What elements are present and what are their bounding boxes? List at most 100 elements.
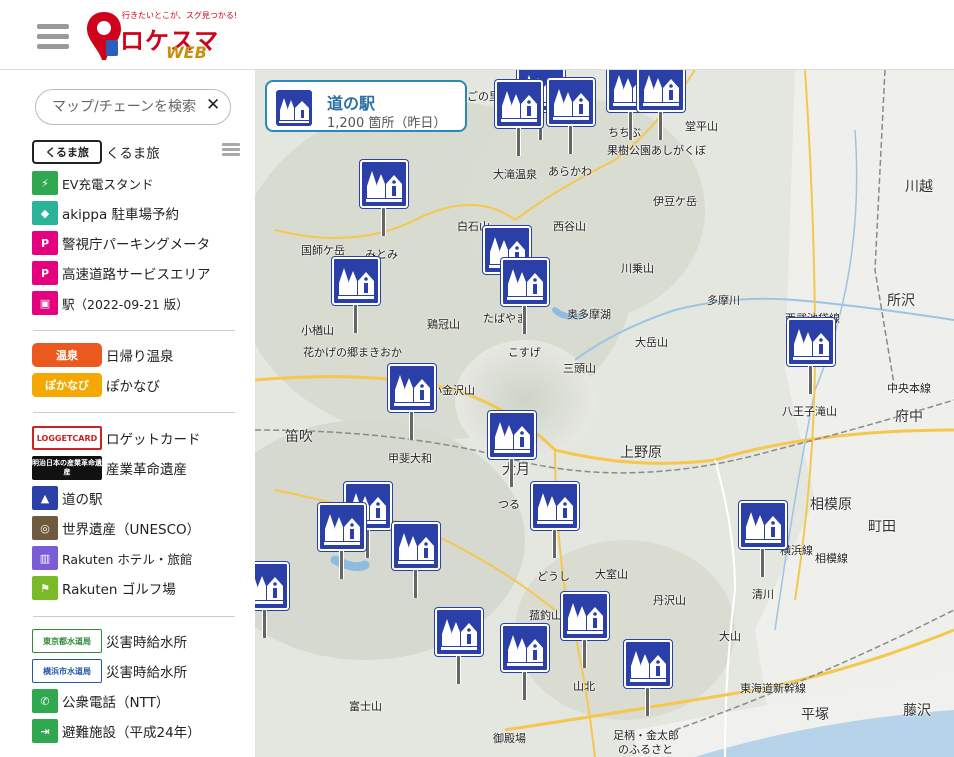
place-label: 多摩川	[707, 294, 740, 307]
place-label: 東海道新幹線	[740, 682, 806, 695]
onsen-logo: 温泉	[32, 343, 102, 367]
clear-search-icon[interactable]: ✕	[206, 95, 220, 115]
layer-item-service-area[interactable]: P 高速道路サービスエリア	[32, 261, 211, 285]
place-label: 伊豆ケ岳	[653, 195, 697, 208]
michinoeki-marker[interactable]	[495, 80, 543, 156]
michinoeki-pin-icon	[739, 501, 787, 549]
place-label: 三頭山	[563, 362, 596, 375]
layer-label: 駅（2022-09-21 版）	[62, 296, 189, 312]
layer-label: 産業革命遺産	[106, 462, 187, 478]
place-label: 山北	[573, 680, 595, 693]
layer-label: Rakuten ホテル・旅館	[62, 551, 193, 567]
layer-label: 道の駅	[62, 492, 103, 508]
michinoeki-marker[interactable]	[501, 258, 549, 334]
place-label: 花かげの郷まきおか	[303, 346, 402, 359]
place-label: どうし	[537, 570, 570, 583]
michinoeki-pin-icon	[501, 258, 549, 306]
layer-item-michinoeki[interactable]: ▲ 道の駅	[32, 486, 103, 510]
place-label: つる	[498, 498, 520, 511]
michinoeki-marker[interactable]	[547, 78, 595, 154]
michinoeki-glyph	[279, 98, 309, 123]
michinoeki-marker[interactable]	[637, 70, 685, 140]
layer-item-station[interactable]: ▣ 駅（2022-09-21 版）	[32, 291, 189, 315]
place-label: 町田	[868, 519, 896, 535]
layer-item-akippa[interactable]: ◆ akippa 駐車場予約	[32, 201, 179, 225]
layer-item-rakuten-golf[interactable]: ⚑ Rakuten ゴルフ場	[32, 576, 176, 600]
layer-item-evacuation[interactable]: ⇥ 避難施設（平成24年）	[32, 719, 201, 743]
layer-label: akippa 駐車場予約	[62, 207, 180, 223]
michinoeki-pin-icon	[531, 482, 579, 530]
place-label: 上野原	[620, 445, 662, 461]
info-box-title: 道の駅	[327, 94, 376, 113]
meiji-logo-text: 明治日本の産業革命遺産	[32, 459, 102, 476]
michinoeki-marker[interactable]	[739, 501, 787, 577]
layer-item-ev[interactable]: ⚡ EV充電スタンド	[32, 171, 153, 195]
michinoeki-marker[interactable]	[392, 522, 440, 598]
logo-pin-icon	[87, 12, 121, 60]
menu-icon[interactable]	[37, 24, 69, 50]
michinoeki-marker[interactable]	[332, 257, 380, 333]
place-label: 果樹公園あしがくぼ	[607, 144, 706, 157]
michinoeki-marker[interactable]	[501, 624, 549, 700]
place-label: 小楢山	[301, 324, 334, 337]
layer-item-public-phone[interactable]: ✆ 公衆電話（NTT）	[32, 689, 169, 713]
layer-item-parking-meter[interactable]: P 警視庁パーキングメータ	[32, 231, 210, 255]
service-area-icon: P	[32, 261, 58, 285]
michinoeki-pin-icon	[547, 78, 595, 126]
michinoeki-marker[interactable]	[318, 503, 366, 579]
layer-info-box[interactable]: 道の駅 1,200 箇所（昨日）	[265, 80, 467, 132]
michinoeki-marker[interactable]	[255, 562, 289, 638]
layer-item-loggetcard[interactable]: LOGGETCARD ロゲットカード	[32, 426, 201, 450]
layer-label: 警視庁パーキングメータ	[62, 237, 211, 253]
layer-item-rakuten-hotel[interactable]: ▥ Rakuten ホテル・旅館	[32, 546, 192, 570]
layer-item-meiji[interactable]: 明治日本の産業革命遺産 産業革命遺産	[32, 456, 187, 480]
onsen-logo-text: 温泉	[56, 349, 78, 362]
michinoeki-marker[interactable]	[388, 364, 436, 440]
locasma-logo[interactable]: 行きたいとこが、スグ見つかる! ロケスマ WEB	[84, 8, 237, 64]
layer-label: ロゲットカード	[106, 432, 201, 448]
place-label: こすげ	[508, 346, 541, 359]
michinoeki-marker[interactable]	[561, 592, 609, 668]
layer-divider	[33, 412, 235, 413]
place-label: 鶏冠山	[427, 318, 460, 331]
place-label: 大室山	[595, 568, 628, 581]
place-label: 丹沢山	[653, 594, 686, 607]
michinoeki-marker[interactable]	[488, 411, 536, 487]
place-label: 清川	[752, 588, 774, 601]
michinoeki-marker[interactable]	[435, 608, 483, 684]
michinoeki-pin-icon	[392, 522, 440, 570]
layer-item-yokohama-water[interactable]: 横浜市水道局 災害時給水所	[32, 659, 187, 683]
yokohama-water-logo: 横浜市水道局	[32, 659, 102, 683]
layer-label: 災害時給水所	[106, 635, 187, 651]
michinoeki-marker[interactable]	[360, 160, 408, 236]
michinoeki-pin-icon	[624, 640, 672, 688]
layer-label: 災害時給水所	[106, 665, 187, 681]
layer-item-onsen[interactable]: 温泉 日帰り温泉	[32, 343, 174, 367]
map-view[interactable]: いちごの里 よしみ ちちぶ 果樹公園あしがくぼ 大滝温泉 あらかわ みとみ 花か…	[255, 70, 954, 757]
place-label: 相模原	[810, 497, 852, 513]
tokyo-water-logo-text: 東京都水道局	[43, 636, 91, 646]
place-label: 川乗山	[621, 262, 654, 275]
layer-label: 避難施設（平成24年）	[62, 725, 201, 741]
michinoeki-pin-icon	[318, 503, 366, 551]
layer-menu-icon[interactable]	[222, 143, 240, 157]
michinoeki-marker[interactable]	[787, 318, 835, 394]
layer-item-pokanavi[interactable]: ぽかなび ぽかなび	[32, 373, 160, 397]
layer-divider	[33, 616, 235, 617]
michinoeki-marker[interactable]	[531, 482, 579, 558]
layer-label: 世界遺産（UNESCO）	[62, 522, 201, 538]
layer-item-kurumatabi[interactable]: くるま旅 くるま旅	[32, 140, 160, 164]
akippa-icon: ◆	[32, 201, 58, 225]
layer-item-tokyo-water[interactable]: 東京都水道局 災害時給水所	[32, 629, 187, 653]
layer-label: 公衆電話（NTT）	[62, 695, 170, 711]
michinoeki-marker[interactable]	[624, 640, 672, 716]
place-label: 笛吹	[285, 429, 313, 445]
phone-icon: ✆	[32, 689, 58, 713]
michinoeki-pin-icon	[435, 608, 483, 656]
layer-item-world-heritage[interactable]: ◎ 世界遺産（UNESCO）	[32, 516, 200, 540]
place-label: 平塚	[801, 707, 829, 723]
map-search-input[interactable]	[35, 89, 231, 125]
golf-icon: ⚑	[32, 576, 58, 600]
place-label: のふるさと	[618, 743, 673, 756]
place-label: 西谷山	[553, 220, 586, 233]
